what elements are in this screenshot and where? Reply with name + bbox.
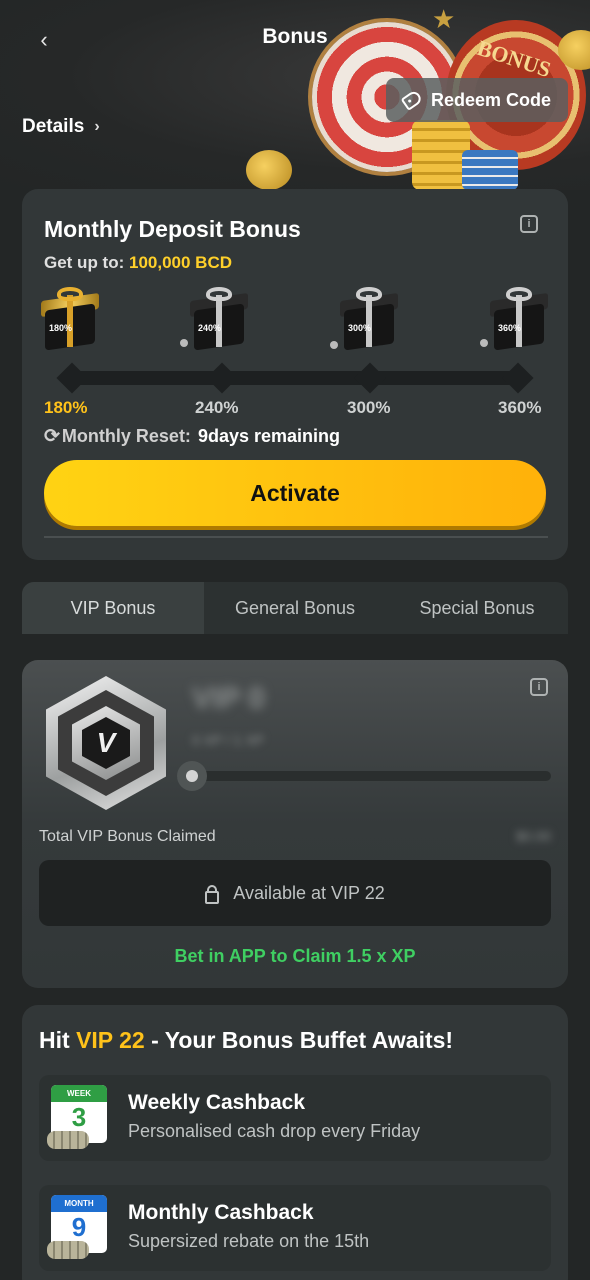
vip-perks-card: Hit VIP 22 - Your Bonus Buffet Awaits! W… <box>22 1005 568 1280</box>
vip-card: V VIP 0 0 XP / 1 XP i Total VIP Bonus Cl… <box>22 660 568 988</box>
details-label: Details <box>22 116 85 137</box>
total-vip-value: $0.00 <box>515 828 551 844</box>
perk-title: Monthly Cashback <box>128 1201 314 1224</box>
chevron-right-icon: › <box>94 118 100 135</box>
reset-value: 9days remaining <box>197 426 340 446</box>
gift-box-icon: 360% <box>480 287 550 351</box>
milestone-percent: 300% <box>347 398 391 417</box>
get-up-label: Get up to: <box>44 253 125 272</box>
gift-label: 180% <box>49 323 73 333</box>
perk-description: Supersized rebate on the 15th <box>128 1231 370 1251</box>
gift-box-icon: 240% <box>180 287 250 351</box>
perks-title-suffix: - Your Bonus Buffet Awaits! <box>151 1027 454 1053</box>
tab-vip-bonus[interactable]: VIP Bonus <box>22 582 204 634</box>
perks-title: Hit VIP 22 - Your Bonus Buffet Awaits! <box>39 1027 453 1054</box>
milestone-percent: 180% <box>44 398 88 417</box>
calendar-number: 9 <box>71 1212 87 1242</box>
cash-icon <box>47 1241 89 1259</box>
info-icon[interactable]: i <box>520 215 538 233</box>
vip-progress-track <box>177 771 551 781</box>
get-up-to: Get up to: 100,000 BCD <box>44 253 232 273</box>
page-title: Bonus <box>262 25 328 48</box>
tab-general-bonus[interactable]: General Bonus <box>204 582 386 634</box>
available-label: Available at VIP 22 <box>233 882 385 903</box>
perk-item-monthly-cashback[interactable]: MONTH 9 Monthly Cashback Supersized reba… <box>39 1185 551 1271</box>
redeem-code-label: Redeem Code <box>430 89 552 110</box>
gift-box-icon: 300% <box>330 287 400 351</box>
header-banner: ★ BONUS ‹ Bonus Details › Redeem Code <box>0 0 590 190</box>
cash-icon <box>47 1131 89 1149</box>
milestone-percent: 240% <box>195 398 239 417</box>
tag-icon <box>400 89 424 111</box>
gift-label: 240% <box>198 323 222 333</box>
refresh-icon: ⟳ <box>44 426 60 447</box>
bet-in-app-text: Bet in APP to Claim 1.5 x XP <box>174 946 416 966</box>
calendar-head: WEEK <box>51 1085 107 1102</box>
total-vip-label: Total VIP Bonus Claimed <box>39 828 216 845</box>
calendar-number: 3 <box>71 1102 87 1132</box>
gift-label: 300% <box>348 323 372 333</box>
divider <box>44 536 548 538</box>
lock-icon <box>205 885 220 904</box>
milestone-marker <box>56 362 88 394</box>
perk-item-weekly-cashback[interactable]: WEEK 3 Weekly Cashback Personalised cash… <box>39 1075 551 1161</box>
tab-special-bonus[interactable]: Special Bonus <box>386 582 568 634</box>
vip-xp: 0 XP / 1 XP <box>192 732 265 748</box>
milestone-marker <box>206 362 238 394</box>
gift-box-icon: 180% <box>39 287 101 351</box>
details-link[interactable]: Details › <box>22 116 100 138</box>
milestone-marker <box>502 362 534 394</box>
perk-description: Personalised cash drop every Friday <box>128 1121 421 1141</box>
bonus-tabs: VIP Bonus General Bonus Special Bonus <box>22 582 568 634</box>
vip-level: VIP 0 <box>192 682 265 715</box>
calendar-head: MONTH <box>51 1195 107 1212</box>
perks-title-prefix: Hit <box>39 1027 70 1053</box>
monthly-deposit-card: Monthly Deposit Bonus i Get up to: 100,0… <box>22 189 568 560</box>
activate-button[interactable]: Activate <box>44 460 546 526</box>
redeem-code-button[interactable]: Redeem Code <box>386 78 568 122</box>
progress-track <box>72 371 518 385</box>
available-at-vip-button[interactable]: Available at VIP 22 <box>39 860 551 926</box>
deposit-title: Monthly Deposit Bonus <box>44 216 301 242</box>
chip-stack-illustration <box>462 150 518 190</box>
vip-progress-knob <box>177 761 207 791</box>
gift-label: 360% <box>498 323 522 333</box>
coin-icon <box>246 150 292 190</box>
milestone-percent: 360% <box>498 398 542 417</box>
monthly-reset: ⟳ Monthly Reset: 9days remaining <box>44 425 340 448</box>
perks-title-highlight: VIP 22 <box>76 1027 145 1053</box>
info-icon[interactable]: i <box>530 678 548 696</box>
get-up-value: 100,000 BCD <box>129 253 233 272</box>
perk-title: Weekly Cashback <box>128 1091 306 1114</box>
milestone-marker <box>354 362 386 394</box>
reset-label: Monthly Reset: <box>61 426 191 446</box>
